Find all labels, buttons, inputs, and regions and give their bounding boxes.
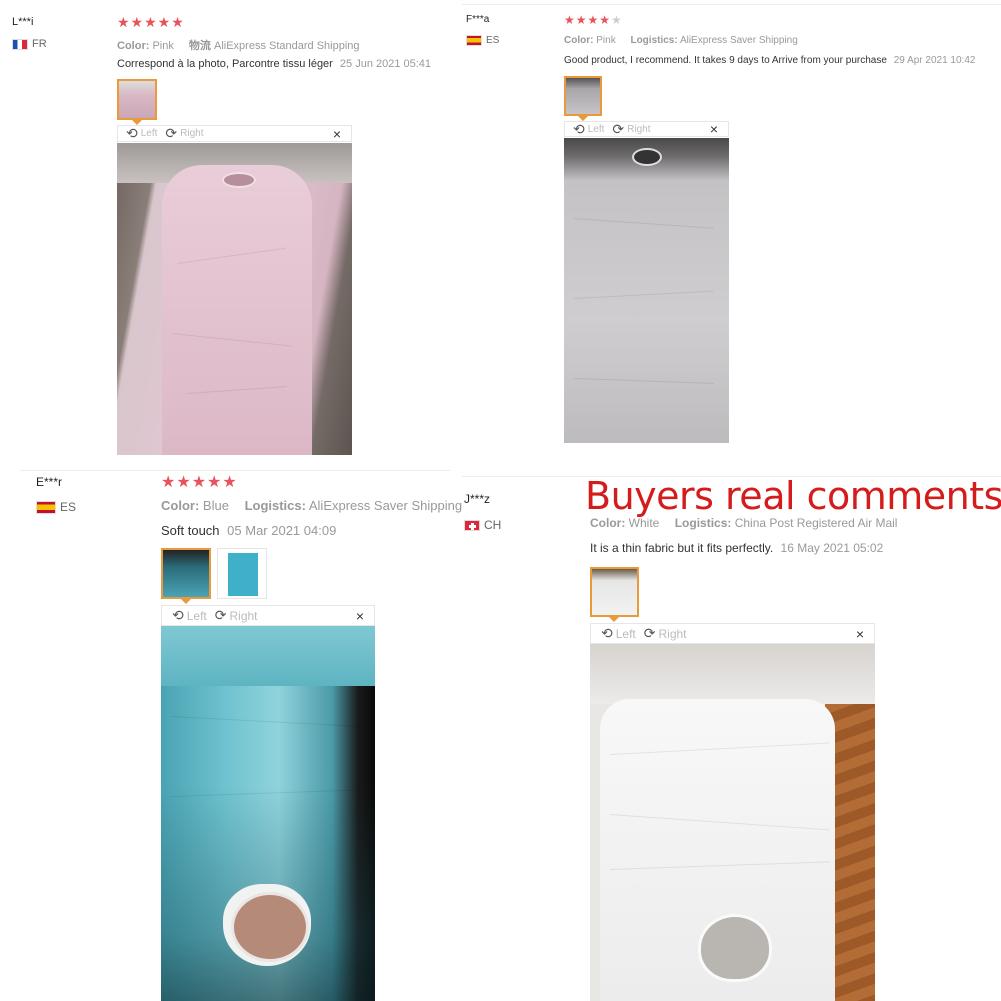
photo-thumbnail[interactable] <box>117 79 157 120</box>
reviewer-name: E***r <box>36 475 63 489</box>
country-code: ES <box>60 500 77 514</box>
rotate-left-button[interactable]: ⟲ Left <box>172 607 207 624</box>
review-text: Good product, I recommend. It takes 9 da… <box>564 55 975 66</box>
review-photo-grey-sheet[interactable] <box>564 138 729 443</box>
image-viewer-toolbar: ⟲ Left ⟳ Right × <box>161 605 375 626</box>
review-photo-blue-sheet[interactable] <box>161 626 375 1001</box>
rating-stars: ★★★★★ <box>117 14 185 31</box>
color-label: Color: <box>590 516 626 530</box>
rotate-left-icon: ⟲ <box>601 625 613 641</box>
reviewer-country: FR <box>12 38 47 50</box>
reviewer-country: ES <box>466 35 499 46</box>
country-code: ES <box>486 35 500 46</box>
rotate-right-button[interactable]: ⟳ Right <box>612 121 650 138</box>
logistics-value: AliExpress Saver Shipping <box>308 498 463 513</box>
photo-thumbnail[interactable] <box>161 548 211 599</box>
rotate-right-button[interactable]: ⟳ Right <box>165 125 203 142</box>
buyers-real-comments-banner: Buyers real comments <box>585 474 1001 518</box>
close-icon[interactable]: × <box>356 608 364 624</box>
rotate-left-icon: ⟲ <box>172 607 184 623</box>
color-value: Pink <box>152 40 174 52</box>
review-date: 16 May 2021 05:02 <box>780 541 884 555</box>
review-photo-white-sheet[interactable] <box>590 644 875 1001</box>
logistics-label: Logistics: <box>630 35 678 46</box>
review-body: Soft touch <box>161 523 220 538</box>
rotate-left-icon: ⟲ <box>573 120 585 137</box>
close-icon[interactable]: × <box>856 626 864 642</box>
review-text: It is a thin fabric but it fits perfectl… <box>590 541 883 555</box>
logistics-value: AliExpress Saver Shipping <box>679 35 798 46</box>
rotate-right-button[interactable]: ⟳ Right <box>215 607 258 624</box>
logistics-value: China Post Registered Air Mail <box>734 516 898 530</box>
review-photo-pink-sheet[interactable] <box>117 143 352 455</box>
image-viewer-toolbar: ⟲ Left ⟳ Right × <box>590 623 875 644</box>
spain-flag-icon <box>36 500 56 514</box>
order-info: Color: Pink 物流 AliExpress Standard Shipp… <box>117 37 372 53</box>
rotate-left-button[interactable]: ⟲ Left <box>126 125 157 142</box>
reviewer-name: L***i <box>12 16 34 28</box>
country-code: CH <box>484 518 502 532</box>
order-info: Color: Blue Logistics: AliExpress Saver … <box>161 498 474 513</box>
logistics-label: Logistics: <box>244 498 306 513</box>
rotate-right-icon: ⟳ <box>612 120 625 137</box>
selected-arrow-icon <box>181 599 191 604</box>
order-info: Color: White Logistics: China Post Regis… <box>590 516 909 530</box>
filled-stars: ★★★★★ <box>117 14 185 30</box>
close-icon[interactable]: × <box>710 121 718 137</box>
country-code: FR <box>32 38 47 50</box>
review-text: Soft touch 05 Mar 2021 04:09 <box>161 523 336 538</box>
close-icon[interactable]: × <box>333 126 341 142</box>
review-body: Good product, I recommend. It takes 9 da… <box>564 55 887 66</box>
rotate-right-button[interactable]: ⟳ Right <box>644 625 687 642</box>
face-hole <box>632 148 662 166</box>
order-info: Color: Pink Logistics: AliExpress Saver … <box>564 35 810 46</box>
rotate-left-icon: ⟲ <box>126 125 138 141</box>
switzerland-flag-icon <box>464 519 480 531</box>
review-body: Correspond à la photo, Parcontre tissu l… <box>117 58 333 70</box>
rotate-right-icon: ⟳ <box>165 125 178 141</box>
review-text: Correspond à la photo, Parcontre tissu l… <box>117 58 431 70</box>
color-label: Color: <box>564 35 594 46</box>
rating-stars: ★★★★★ <box>161 472 238 492</box>
reviewer-name: F***a <box>466 14 490 25</box>
logistics-label: 物流 <box>188 40 211 52</box>
review-date: 25 Jun 2021 05:41 <box>339 58 432 70</box>
filled-stars: ★★★★ <box>564 13 612 27</box>
image-viewer-toolbar: ⟲ Left ⟳ Right × <box>564 121 729 137</box>
logistics-label: Logistics: <box>674 516 732 530</box>
rotate-right-icon: ⟳ <box>643 625 656 641</box>
image-viewer-toolbar: ⟲ Left ⟳ Right × <box>117 125 352 142</box>
color-value: Pink <box>596 35 616 46</box>
face-hole <box>698 914 772 982</box>
photo-thumbnail[interactable] <box>590 567 639 617</box>
rotate-left-button[interactable]: ⟲ Left <box>573 121 604 138</box>
rating-stars: ★★★★★ <box>564 13 623 27</box>
face-hole <box>231 892 309 962</box>
color-value: White <box>628 516 660 530</box>
review-date: 29 Apr 2021 10:42 <box>893 55 976 66</box>
review-date: 05 Mar 2021 04:09 <box>227 523 337 538</box>
rotate-right-icon: ⟳ <box>214 607 227 623</box>
filled-stars: ★★★★★ <box>161 474 238 491</box>
color-label: Color: <box>161 498 200 513</box>
empty-stars: ★ <box>611 13 623 27</box>
reviewer-country: ES <box>36 500 76 514</box>
logistics-value: AliExpress Standard Shipping <box>213 40 360 52</box>
selected-arrow-icon <box>609 617 619 622</box>
face-hole <box>222 172 256 188</box>
france-flag-icon <box>12 38 28 50</box>
rotate-left-button[interactable]: ⟲ Left <box>601 625 636 642</box>
color-value: Blue <box>202 498 229 513</box>
color-label: Color: <box>117 40 150 52</box>
review-body: It is a thin fabric but it fits perfectl… <box>590 541 774 555</box>
reviewer-country: CH <box>464 518 501 532</box>
photo-thumbnail[interactable] <box>564 76 602 116</box>
photo-thumbnail[interactable] <box>217 548 267 599</box>
spain-flag-icon <box>466 35 482 46</box>
reviewer-name: J***z <box>464 492 491 506</box>
